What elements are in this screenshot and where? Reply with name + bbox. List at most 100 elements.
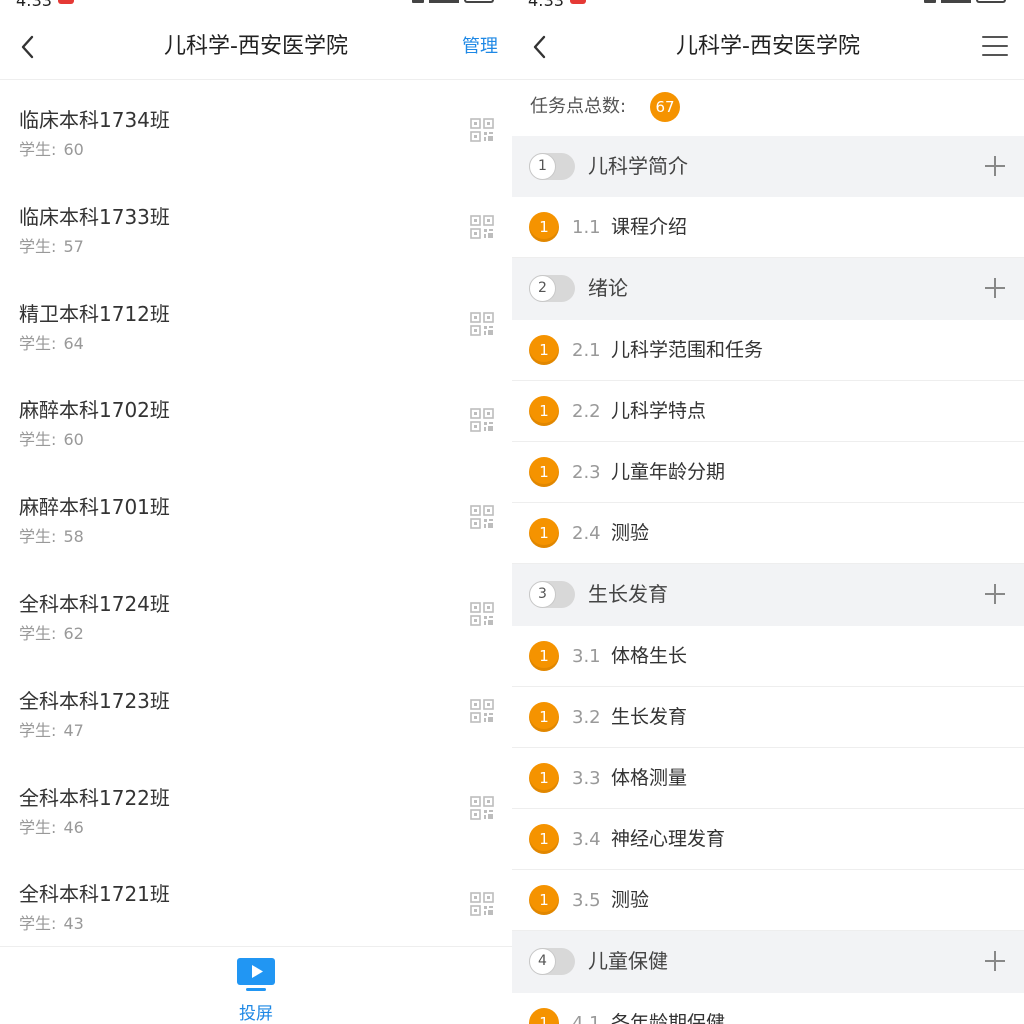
plus-icon[interactable] [982, 581, 1008, 607]
qr-code-icon[interactable] [470, 118, 494, 142]
menu-button[interactable] [982, 36, 1008, 58]
section-item[interactable]: 1 3.5 测验 [512, 870, 1024, 932]
page-title-right: 儿科学-西安医学院 [676, 34, 860, 59]
status-indicators [412, 0, 494, 3]
status-bar-right: 4:33 [512, 0, 1024, 14]
class-list-item[interactable]: 全科本科1722班 学生: 46 [0, 758, 512, 855]
hamburger-line [982, 54, 1008, 56]
section-item[interactable]: 1 3.2 生长发育 [512, 686, 1024, 748]
student-label: 学生: [19, 430, 62, 450]
back-button[interactable] [14, 32, 44, 62]
battery-icon [464, 0, 494, 3]
student-count: 58 [63, 527, 84, 547]
student-count: 64 [63, 333, 84, 353]
section-item[interactable]: 1 3.1 体格生长 [512, 625, 1024, 687]
section-item[interactable]: 1 1.1 课程介绍 [512, 197, 1024, 259]
class-list-item[interactable]: 精卫本科1712班 学生: 64 [0, 274, 512, 371]
task-total-badge: 67 [650, 92, 680, 122]
task-point-badge: 1 [529, 824, 559, 855]
qr-code-icon[interactable] [470, 408, 494, 433]
task-point-badge: 1 [529, 640, 559, 671]
section-item[interactable]: 1 3.4 神经心理发育 [512, 809, 1024, 871]
class-student-count: 学生: 47 [19, 717, 84, 741]
chapter-title: 儿童保健 [588, 949, 668, 974]
class-student-count: 学生: 64 [19, 330, 84, 354]
plus-icon[interactable] [982, 948, 1008, 974]
chapter-toggle[interactable]: 4 [529, 948, 575, 976]
class-student-count: 学生: 43 [19, 910, 84, 934]
task-point-badge: 1 [529, 518, 559, 549]
qr-code-icon[interactable] [470, 311, 494, 336]
class-student-count: 学生: 58 [19, 523, 84, 547]
chapter-number: 2 [529, 275, 556, 303]
battery-icon [976, 0, 1006, 3]
course-chapters-screen: 4:33 儿科学-西安医学院 任务点总数: 67 1 儿科学简介 1 1.1 课程介绍 2… [512, 0, 1024, 1024]
nav-bar-right: 儿科学-西安医学院 [512, 14, 1024, 80]
student-count: 57 [63, 236, 84, 256]
qr-code-icon[interactable] [470, 505, 494, 529]
chapter-toggle[interactable]: 3 [529, 581, 575, 609]
chapter-toggle[interactable]: 1 [529, 153, 575, 180]
task-point-badge: 1 [529, 701, 559, 732]
qr-code-icon[interactable] [470, 214, 494, 239]
back-button-right[interactable] [526, 32, 556, 62]
section-number: 4.1 [572, 1012, 601, 1024]
section-item[interactable]: 1 2.3 儿童年龄分期 [512, 441, 1024, 504]
screen-cast-icon [237, 958, 275, 991]
section-number: 2.3 [572, 461, 601, 483]
qr-code-icon[interactable] [470, 698, 494, 723]
chevron-left-icon [533, 35, 546, 59]
task-total-row: 任务点总数: 67 [512, 80, 1024, 136]
task-point-badge: 1 [529, 212, 559, 243]
plus-icon[interactable] [982, 275, 1008, 301]
student-label: 学生: [19, 720, 62, 740]
section-number: 3.5 [572, 890, 601, 912]
class-name: 全科本科1722班 [19, 785, 170, 810]
chapter-toggle[interactable]: 2 [529, 275, 575, 303]
chapter-header[interactable]: 2 绪论 [512, 258, 1024, 320]
qr-code-icon[interactable] [470, 795, 494, 820]
hamburger-menu-icon [982, 36, 1008, 38]
student-count: 62 [63, 623, 84, 643]
qr-code-icon[interactable] [470, 602, 494, 626]
status-bar: 4:33 [0, 0, 512, 14]
page-title: 儿科学-西安医学院 [164, 34, 348, 59]
section-number: 2.1 [572, 339, 601, 361]
section-item[interactable]: 1 2.2 儿科学特点 [512, 380, 1024, 442]
class-student-count: 学生: 60 [19, 426, 84, 450]
manage-button[interactable]: 管理 [462, 14, 498, 80]
class-list-item[interactable]: 临床本科1733班 学生: 57 [0, 177, 512, 274]
chapter-header[interactable]: 4 儿童保健 [512, 931, 1024, 993]
class-list-item[interactable]: 全科本科1721班 学生: 43 [0, 854, 512, 951]
chevron-left-icon [21, 35, 34, 59]
section-item[interactable]: 1 4.1 各年龄期保健 [512, 992, 1024, 1024]
section-title: 生长发育 [611, 705, 688, 728]
class-list-item[interactable]: 麻醉本科1702班 学生: 60 [0, 370, 512, 467]
chapter-header[interactable]: 3 生长发育 [512, 564, 1024, 626]
student-label: 学生: [19, 236, 62, 256]
section-number: 3.1 [572, 645, 601, 667]
section-number: 2.2 [572, 400, 601, 422]
section-number: 2.4 [572, 523, 601, 545]
status-time: 4:33 [16, 0, 52, 10]
section-item[interactable]: 1 3.3 体格测量 [512, 747, 1024, 810]
section-item[interactable]: 1 2.4 测验 [512, 503, 1024, 565]
chapter-number: 3 [529, 581, 556, 609]
plus-icon[interactable] [982, 153, 1008, 179]
class-list-item[interactable]: 全科本科1723班 学生: 47 [0, 661, 512, 758]
bottom-bar: 投屏 [0, 946, 512, 1024]
student-count: 46 [63, 817, 84, 837]
class-list-item[interactable]: 全科本科1724班 学生: 62 [0, 564, 512, 661]
qr-code-icon[interactable] [470, 892, 494, 917]
section-title: 各年龄期保健 [611, 1011, 726, 1024]
student-count: 60 [63, 430, 84, 450]
status-time-right: 4:33 [528, 0, 564, 10]
class-list-item[interactable]: 临床本科1734班 学生: 60 [0, 80, 512, 177]
class-list-item[interactable]: 麻醉本科1701班 学生: 58 [0, 467, 512, 564]
screen-cast-button[interactable]: 投屏 [226, 955, 286, 1024]
chapter-header[interactable]: 1 儿科学简介 [512, 136, 1024, 198]
section-item[interactable]: 1 2.1 儿科学范围和任务 [512, 319, 1024, 381]
student-count: 60 [63, 140, 84, 159]
chapter-list: 1 儿科学简介 1 1.1 课程介绍 2 绪论 1 2.1 儿科学范围和任务 1 2.2 儿科学特点 1 2… [512, 136, 1024, 1024]
status-indicators-right [924, 0, 1006, 3]
